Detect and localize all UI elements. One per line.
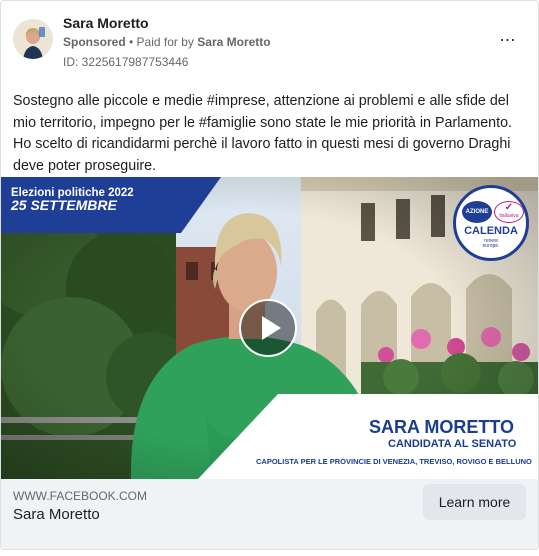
italia-viva-logo-icon: ✓ italiaviva — [494, 201, 524, 223]
link-title[interactable]: Sara Moretto — [13, 506, 100, 523]
paid-for-name[interactable]: Sara Moretto — [197, 35, 270, 49]
candidate-role: CANDIDATA AL SENATO — [388, 438, 517, 450]
banner-line2: 25 SETTEMBRE — [11, 197, 117, 213]
video-player[interactable]: Elezioni politiche 2022 25 SETTEMBRE AZI… — [1, 177, 538, 479]
post-text: Sostegno alle piccole e medie #imprese, … — [13, 93, 513, 174]
sponsored-label: Sponsored — [63, 35, 126, 49]
play-icon — [262, 316, 281, 340]
logo-main-text: CALENDA — [464, 225, 518, 237]
more-options-icon[interactable]: ⋯ — [497, 31, 519, 51]
link-domain: WWW.FACEBOOK.COM — [13, 489, 147, 503]
learn-more-button[interactable]: Learn more — [423, 484, 526, 520]
ad-card: Sara Moretto Sponsored • Paid for by Sar… — [0, 0, 539, 550]
azione-text: AZIONE — [465, 209, 489, 215]
sponsored-line: Sponsored • Paid for by Sara Moretto — [63, 35, 271, 49]
azione-logo-icon: AZIONE — [462, 201, 492, 223]
link-footer[interactable]: WWW.FACEBOOK.COM Sara Moretto Learn more — [1, 479, 538, 549]
play-button[interactable] — [239, 299, 297, 357]
page-name[interactable]: Sara Moretto — [63, 15, 149, 31]
avatar-image — [13, 19, 53, 59]
paid-for-prefix: • Paid for by — [129, 35, 194, 49]
page-avatar[interactable] — [13, 19, 53, 59]
party-logo: AZIONE ✓ italiaviva CALENDA renew europe. — [453, 185, 529, 261]
logo-sub-text: renew europe. — [482, 238, 500, 249]
candidate-name: SARA MORETTO — [369, 417, 515, 437]
italia-viva-text: italiaviva — [499, 213, 519, 219]
candidate-desc: CAPOLISTA PER LE PROVINCIE DI VENEZIA, T… — [256, 457, 532, 466]
ad-id: ID: 3225617987753446 — [63, 55, 189, 69]
